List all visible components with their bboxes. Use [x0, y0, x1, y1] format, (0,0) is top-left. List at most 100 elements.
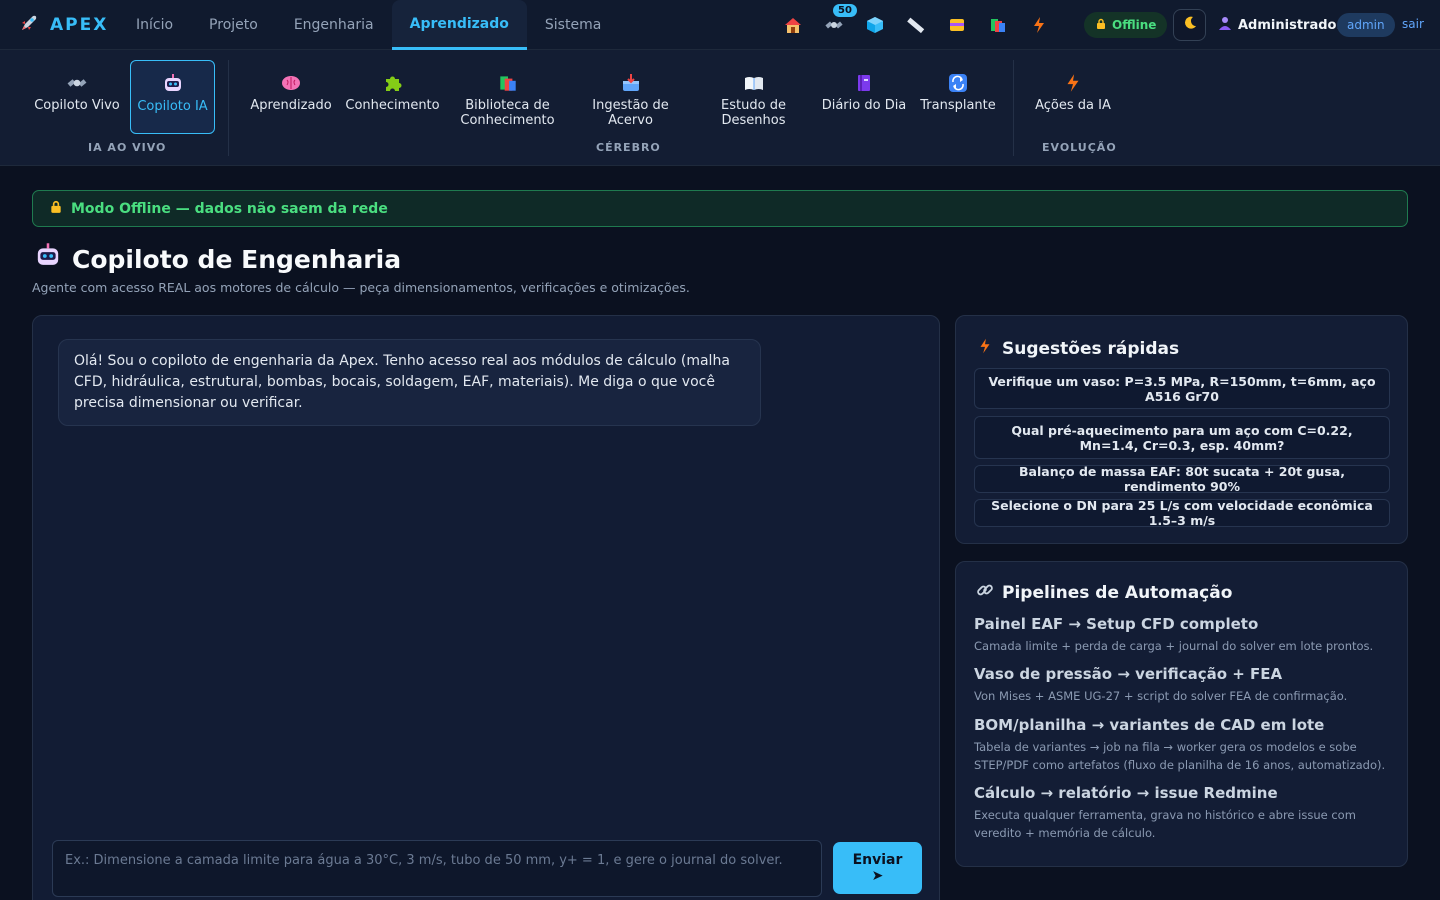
- subnav-label: Aprendizado: [250, 98, 332, 113]
- group-divider: [1013, 60, 1014, 156]
- suggestion-item[interactable]: Qual pré-aquecimento para um aço com C=0…: [974, 416, 1390, 459]
- brand[interactable]: APEX: [18, 12, 108, 38]
- chat-panel: Olá! Sou o copiloto de engenharia da Ape…: [32, 315, 940, 900]
- pipeline-item: Painel EAF → Setup CFD completo Camada l…: [974, 615, 1394, 655]
- nav-aprendizado[interactable]: Aprendizado: [391, 0, 527, 50]
- subnav-transplante[interactable]: Transplante: [918, 60, 998, 134]
- offline-label: Offline: [1112, 18, 1157, 32]
- subnav-ingestao[interactable]: Ingestão de Acervo: [586, 60, 675, 134]
- subnav-copiloto-vivo[interactable]: Copiloto Vivo: [30, 60, 124, 134]
- top-navbar: APEX Início Projeto Engenharia Aprendiza…: [0, 0, 1440, 50]
- pipeline-item: Vaso de pressão → verificação + FEA Von …: [974, 665, 1394, 705]
- subnav-conhecimento[interactable]: Conhecimento: [345, 60, 440, 134]
- nav-engenharia[interactable]: Engenharia: [276, 0, 392, 50]
- lock-icon: [1095, 18, 1107, 33]
- subnav-label: Estudo de Desenhos: [721, 98, 786, 128]
- open-book-icon: [743, 70, 765, 96]
- pipeline-desc: Tabela de variantes → job na fila → work…: [974, 740, 1386, 772]
- theme-toggle-button[interactable]: [1173, 9, 1206, 41]
- puzzle-icon: [382, 70, 404, 96]
- subnav-label: Ações da IA: [1035, 98, 1111, 113]
- nav-projeto[interactable]: Projeto: [191, 0, 276, 50]
- lock-icon: [49, 200, 63, 218]
- send-arrow-icon: ➤: [871, 868, 884, 884]
- subnav-biblioteca[interactable]: Biblioteca de Conhecimento: [452, 60, 563, 134]
- notebook-icon: [853, 70, 875, 96]
- suggestions-title: Sugestões rápidas: [976, 336, 1179, 361]
- pipelines-title-text: Pipelines de Automação: [1002, 582, 1233, 603]
- subnav-label: Biblioteca de Conhecimento: [460, 98, 555, 128]
- suggestion-item[interactable]: Balanço de massa EAF: 80t sucata + 20t g…: [974, 464, 1390, 494]
- group-label-ia-ao-vivo: IA AO VIVO: [88, 141, 167, 154]
- offline-banner: Modo Offline — dados não saem da rede: [32, 190, 1408, 227]
- pipeline-item: Cálculo → relatório → issue Redmine Exec…: [974, 784, 1394, 842]
- brain-icon: [280, 70, 302, 96]
- suggestion-item[interactable]: Selecione o DN para 25 L/s com velocidad…: [974, 498, 1390, 528]
- pipelines-title: Pipelines de Automação: [976, 581, 1232, 604]
- offline-banner-text: Modo Offline — dados não saem da rede: [71, 200, 388, 217]
- nav-inicio[interactable]: Início: [118, 0, 191, 50]
- offline-status-badge: Offline: [1084, 12, 1168, 38]
- pipelines-card: Pipelines de Automação Painel EAF → Setu…: [955, 561, 1408, 867]
- subnav-label: Conhecimento: [345, 98, 440, 113]
- bolt-icon: [976, 336, 994, 361]
- role-badge: admin: [1337, 13, 1395, 37]
- group-label-evolucao: EVOLUÇÃO: [1042, 141, 1117, 154]
- books-icon[interactable]: [977, 10, 1018, 40]
- subnav-label: Ingestão de Acervo: [592, 98, 669, 128]
- group-label-cerebro: CÉREBRO: [596, 141, 661, 154]
- inbox-icon: [620, 70, 642, 96]
- robot-icon: [34, 242, 62, 276]
- subnav-diario[interactable]: Diário do Dia: [820, 60, 908, 134]
- pipeline-title[interactable]: Painel EAF → Setup CFD completo: [974, 615, 1394, 633]
- pipeline-item: BOM/planilha → variantes de CAD em lote …: [974, 716, 1394, 774]
- ruler-icon[interactable]: [895, 10, 936, 40]
- assistant-message: Olá! Sou o copiloto de engenharia da Ape…: [58, 339, 761, 426]
- repeat-icon: [947, 70, 969, 96]
- satellite-icon: [66, 70, 88, 96]
- link-icon: [976, 581, 994, 604]
- subnav-aprendizado[interactable]: Aprendizado: [248, 60, 334, 134]
- user-menu[interactable]: Administrador: [1218, 16, 1343, 34]
- send-label: Enviar: [852, 852, 903, 868]
- moon-icon: [1182, 15, 1198, 35]
- quick-icons: 50: [772, 0, 1059, 50]
- cube-icon[interactable]: [854, 10, 895, 40]
- card-box-icon[interactable]: [936, 10, 977, 40]
- user-name: Administrador: [1238, 17, 1343, 33]
- suggestions-title-text: Sugestões rápidas: [1002, 338, 1180, 359]
- brand-name: APEX: [50, 15, 109, 35]
- subnav-copiloto-ia[interactable]: Copiloto IA: [130, 60, 215, 134]
- group-divider: [228, 60, 229, 156]
- subnav-label: Transplante: [920, 98, 996, 113]
- pipeline-title[interactable]: Vaso de pressão → verificação + FEA: [974, 665, 1394, 683]
- house-icon[interactable]: [772, 10, 813, 40]
- page-title-text: Copiloto de Engenharia: [72, 244, 402, 274]
- logout-link[interactable]: sair: [1402, 17, 1424, 31]
- nav-sistema[interactable]: Sistema: [527, 0, 619, 50]
- subnav-estudo-desenhos[interactable]: Estudo de Desenhos: [711, 60, 796, 134]
- pipeline-title[interactable]: BOM/planilha → variantes de CAD em lote: [974, 716, 1394, 734]
- quick-suggestions-card: Sugestões rápidas Verifique um vaso: P=3…: [955, 315, 1408, 544]
- subnav-label: Diário do Dia: [821, 98, 907, 113]
- pipeline-desc: Executa qualquer ferramenta, grava no hi…: [974, 808, 1356, 840]
- pipeline-title[interactable]: Cálculo → relatório → issue Redmine: [974, 784, 1394, 802]
- section-subnav: Copiloto Vivo Copiloto IA IA AO VIVO Apr…: [0, 50, 1440, 166]
- send-button[interactable]: Enviar ➤: [833, 842, 922, 894]
- main-nav: Início Projeto Engenharia Aprendizado Si…: [118, 0, 619, 50]
- user-icon: [1218, 16, 1232, 34]
- subnav-label: Copiloto IA: [137, 99, 208, 114]
- page-title: Copiloto de Engenharia: [34, 242, 401, 276]
- chat-input[interactable]: [52, 840, 822, 897]
- subnav-acoes-ia[interactable]: Ações da IA: [1034, 60, 1112, 134]
- bolt-icon: [1062, 70, 1084, 96]
- satellite-icon[interactable]: 50: [813, 4, 857, 40]
- bolt-icon[interactable]: [1018, 10, 1059, 40]
- rocket-icon: [18, 12, 40, 38]
- pipeline-desc: Camada limite + perda de carga + journal…: [974, 639, 1374, 653]
- page-subtitle: Agente com acesso REAL aos motores de cá…: [32, 280, 690, 295]
- subnav-label: Copiloto Vivo: [34, 98, 120, 113]
- robot-icon: [162, 71, 184, 97]
- books-icon: [497, 70, 519, 96]
- suggestion-item[interactable]: Verifique um vaso: P=3.5 MPa, R=150mm, t…: [974, 368, 1390, 409]
